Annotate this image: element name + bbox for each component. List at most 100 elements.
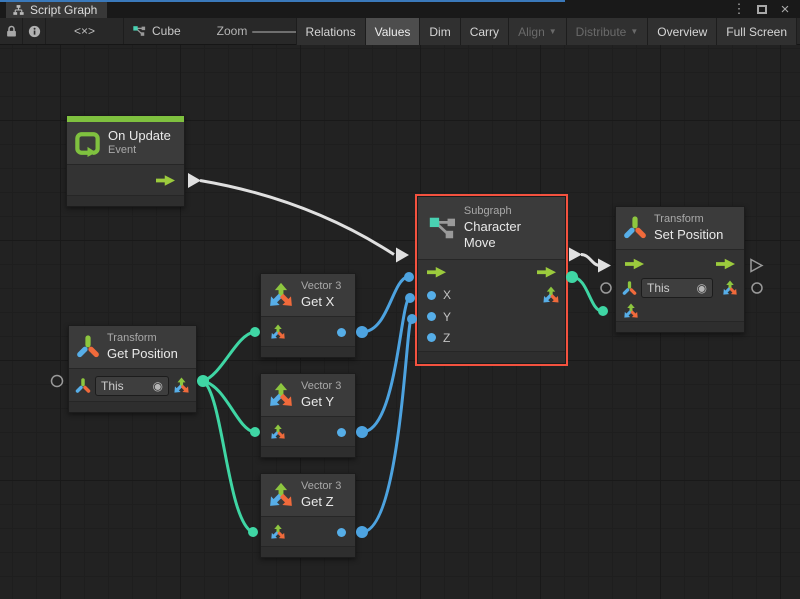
node-get-z[interactable]: Vector 3 Get Z xyxy=(260,473,356,558)
node-footer xyxy=(261,347,355,357)
code-icon: <×> xyxy=(74,24,95,38)
object-picker-icon[interactable]: ◉ xyxy=(697,282,707,294)
graph-hierarchy-icon xyxy=(12,4,25,17)
dim-button[interactable]: Dim xyxy=(419,18,459,45)
node-footer xyxy=(69,402,196,412)
node-title: Get X xyxy=(301,294,341,310)
wire-endpoint xyxy=(248,527,258,537)
node-header[interactable]: On Update Event xyxy=(67,122,184,165)
exec-output-port[interactable] xyxy=(716,258,735,270)
wire-getx-charactermove-x xyxy=(362,277,407,332)
vector3-input-port[interactable] xyxy=(623,303,639,319)
float-output-port[interactable] xyxy=(337,428,346,437)
exec-wire-end-arrow xyxy=(396,248,409,263)
wire-endpoint xyxy=(404,272,414,282)
wire-endpoint xyxy=(566,271,578,283)
float-output-port[interactable] xyxy=(337,328,346,337)
graph-owner-button[interactable]: Cube xyxy=(132,18,202,44)
align-dropdown[interactable]: Align ▼ xyxy=(508,18,566,45)
input-port-x[interactable] xyxy=(427,291,436,300)
target-field[interactable]: This ◉ xyxy=(641,278,713,298)
values-button[interactable]: Values xyxy=(365,18,420,45)
unconnected-port-circle[interactable] xyxy=(52,376,63,387)
node-on-update[interactable]: On Update Event xyxy=(66,115,185,207)
script-graph-window: Script Graph ⋮ × <×> Cube Zoom xyxy=(0,0,800,599)
node-get-position[interactable]: Transform Get Position This ◉ xyxy=(68,325,197,413)
exec-input-port[interactable] xyxy=(427,266,446,278)
vector3-input-port[interactable] xyxy=(270,424,286,440)
view-buttons-group: Relations Values Dim Carry Align ▼ Distr… xyxy=(296,18,797,45)
unconnected-exec-triangle[interactable] xyxy=(751,260,762,272)
full-screen-button[interactable]: Full Screen xyxy=(716,18,797,45)
wire-exec-onupdate-charactermove xyxy=(200,181,394,255)
node-header[interactable]: Subgraph Character Move xyxy=(418,197,565,260)
distribute-dropdown[interactable]: Distribute ▼ xyxy=(566,18,648,45)
vector3-icon xyxy=(268,282,294,308)
vector3-output-port[interactable] xyxy=(173,377,190,394)
wire-endpoint xyxy=(405,293,415,303)
wire-getposition-getx xyxy=(203,332,254,381)
overview-button[interactable]: Overview xyxy=(647,18,716,45)
exec-wire-start-arrow xyxy=(188,173,201,188)
toolbar-separator xyxy=(123,18,124,44)
vector3-input-port[interactable] xyxy=(270,324,286,340)
node-footer xyxy=(261,547,355,557)
vector3-input-port[interactable] xyxy=(270,524,286,540)
exec-wire-start-arrow xyxy=(569,248,582,262)
node-header[interactable]: Vector 3 Get Y xyxy=(261,374,355,417)
graph-owner-label: Cube xyxy=(152,24,181,38)
info-icon xyxy=(27,24,42,39)
exec-input-port[interactable] xyxy=(625,258,644,270)
node-footer xyxy=(616,322,744,332)
exec-output-port[interactable] xyxy=(156,175,175,187)
node-get-y[interactable]: Vector 3 Get Y xyxy=(260,373,356,458)
node-type: Vector 3 xyxy=(301,380,341,394)
node-title: Character Move xyxy=(464,219,556,252)
chevron-down-icon: ▼ xyxy=(630,27,638,36)
target-field[interactable]: This ◉ xyxy=(95,376,169,396)
unconnected-port-circle[interactable] xyxy=(601,283,611,293)
vector3-icon xyxy=(268,382,294,408)
vector3-output-port[interactable] xyxy=(542,286,560,304)
info-button[interactable] xyxy=(23,18,45,44)
window-close-button[interactable]: × xyxy=(776,0,794,18)
graph-canvas[interactable]: On Update Event Transform Get Position xyxy=(0,45,800,599)
wire-endpoint xyxy=(197,375,209,387)
graph-owner-icon xyxy=(132,24,146,38)
transform-icon xyxy=(623,216,647,240)
node-title: On Update xyxy=(108,128,171,144)
transform-input-port[interactable] xyxy=(622,281,637,296)
carry-button[interactable]: Carry xyxy=(460,18,508,45)
node-subtitle: Event xyxy=(108,144,171,158)
unconnected-port-circle[interactable] xyxy=(752,283,762,293)
window-menu-button[interactable]: ⋮ xyxy=(731,0,747,18)
window-maximize-button[interactable] xyxy=(753,0,771,18)
transform-icon xyxy=(76,335,100,359)
object-picker-icon[interactable]: ◉ xyxy=(153,380,163,392)
input-port-y[interactable] xyxy=(427,312,436,321)
maximize-icon xyxy=(757,5,767,14)
node-header[interactable]: Vector 3 Get X xyxy=(261,274,355,317)
relations-button[interactable]: Relations xyxy=(296,18,365,45)
node-get-x[interactable]: Vector 3 Get X xyxy=(260,273,356,358)
node-header[interactable]: Transform Get Position xyxy=(69,326,196,369)
vector3-output-port[interactable] xyxy=(722,280,738,296)
edit-script-button[interactable]: <×> xyxy=(46,18,123,44)
node-set-position[interactable]: Transform Set Position This ◉ xyxy=(615,206,745,333)
exec-output-port[interactable] xyxy=(537,266,556,278)
node-header[interactable]: Vector 3 Get Z xyxy=(261,474,355,517)
wire-endpoint xyxy=(356,526,368,538)
vector3-icon xyxy=(268,482,294,508)
wire-getz-charactermove-z xyxy=(362,319,411,532)
float-output-port[interactable] xyxy=(337,528,346,537)
exec-wire-end-arrow xyxy=(598,259,611,273)
node-character-move[interactable]: Subgraph Character Move X Y xyxy=(417,196,566,364)
subgraph-icon xyxy=(427,213,457,243)
node-footer xyxy=(418,352,565,363)
wire-endpoint xyxy=(598,306,608,316)
transform-input-port[interactable] xyxy=(75,378,91,394)
tab-script-graph[interactable]: Script Graph xyxy=(6,2,107,18)
node-header[interactable]: Transform Set Position xyxy=(616,207,744,250)
lock-button[interactable] xyxy=(0,18,22,44)
input-port-z[interactable] xyxy=(427,333,436,342)
